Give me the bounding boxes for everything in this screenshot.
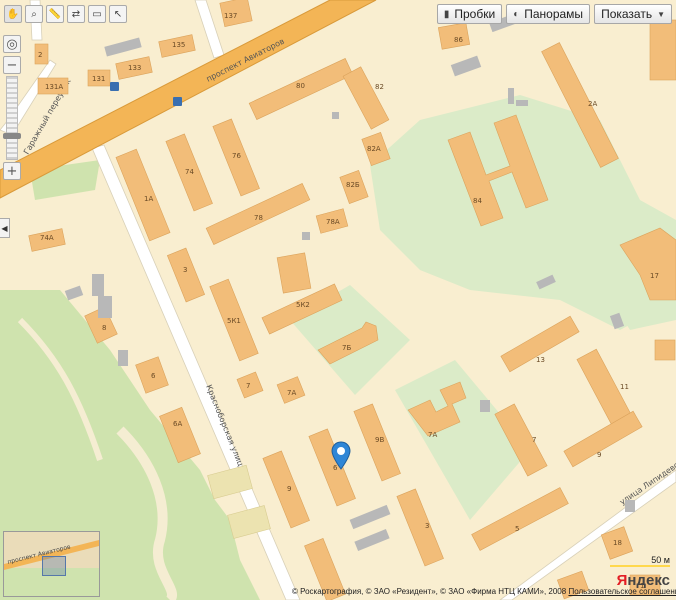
house-number: 86 <box>454 36 463 44</box>
shed <box>625 500 635 512</box>
ruler-icon[interactable]: 📏 <box>46 5 64 23</box>
printer-icon[interactable]: ▭ <box>88 5 106 23</box>
panoramas-button[interactable]: ◐ Панорамы <box>506 4 591 24</box>
traffic-button-label: Пробки <box>454 7 496 21</box>
building <box>649 19 676 81</box>
chevron-left-icon[interactable]: ◀ <box>0 218 10 238</box>
house-number: 11 <box>620 383 629 391</box>
magnifier-icon[interactable]: ⌕ <box>25 5 43 23</box>
zoom-out-button[interactable]: − <box>3 56 21 74</box>
house-number: 3 <box>425 522 429 530</box>
house-number: 9В <box>375 436 384 444</box>
traffic-light-icon: ▮ <box>443 8 450 20</box>
building <box>396 488 444 567</box>
compass-icon[interactable]: ◎ <box>3 35 21 53</box>
house-number: 3 <box>183 266 187 274</box>
house-number: 7 <box>532 436 536 444</box>
map-canvas[interactable]: проспект Авиаторов Гаражный переулок Кра… <box>0 0 676 600</box>
house-number: 18 <box>613 539 622 547</box>
building <box>342 66 390 130</box>
house-number: 9 <box>287 485 291 493</box>
house-number: 2 <box>38 51 42 59</box>
street-north <box>194 0 225 59</box>
copyright-text: © Роскартография, © ЗАО «Резидент», © ЗА… <box>292 587 676 596</box>
house-number: 82Б <box>346 181 360 189</box>
shed <box>98 296 112 318</box>
house-number: 8 <box>102 324 106 332</box>
shed <box>104 37 142 57</box>
house-number: 78 <box>254 214 263 222</box>
house-number: 17 <box>650 272 659 280</box>
shed <box>302 232 310 240</box>
house-number: 7А <box>428 431 437 439</box>
building <box>563 410 643 468</box>
chevron-down-icon: ▼ <box>657 9 665 19</box>
terms-link[interactable]: Пользовательское соглашение <box>568 587 676 596</box>
route-icon[interactable]: ⇄ <box>67 5 85 23</box>
top-controls: ▮ Пробки ◐ Панорамы Показать ▼ <box>436 4 672 24</box>
panorama-icon: ◐ <box>513 8 520 20</box>
shed <box>332 112 339 119</box>
cursor-icon[interactable]: ↖ <box>109 5 127 23</box>
show-layers-button[interactable]: Показать ▼ <box>594 4 672 24</box>
building <box>166 247 206 303</box>
bus-stop-icon <box>110 82 119 91</box>
house-number: 82А <box>367 145 381 153</box>
house-number: 135 <box>172 41 185 49</box>
house-number: 6 <box>151 372 156 380</box>
shed <box>450 55 482 77</box>
traffic-button[interactable]: ▮ Пробки <box>436 4 503 24</box>
house-number: 133 <box>128 64 141 72</box>
minimap-viewport-frame[interactable] <box>42 556 66 576</box>
hand-icon[interactable]: ✋ <box>4 5 22 23</box>
house-number: 78А <box>326 218 340 226</box>
shed <box>118 350 128 366</box>
house-number: 84 <box>473 197 482 205</box>
house-number: 7А <box>287 389 296 397</box>
house-number: 7 <box>246 382 250 390</box>
zoom-control: ◎ − + <box>3 35 21 180</box>
shed <box>64 285 84 301</box>
house-number: 13 <box>536 356 545 364</box>
house-number: 9 <box>597 451 601 459</box>
shed <box>354 528 390 552</box>
scale-bar: 50 м <box>610 555 670 567</box>
shed <box>349 504 391 530</box>
bus-stop-icon <box>173 97 182 106</box>
house-number: 7Б <box>342 344 351 352</box>
house-number: 82 <box>375 83 384 91</box>
zoom-slider-thumb[interactable] <box>3 133 21 139</box>
building <box>276 252 312 294</box>
house-number: 2А <box>588 100 597 108</box>
house-number: 5К1 <box>227 317 241 325</box>
panoramas-button-label: Панорамы <box>524 7 584 21</box>
shed <box>480 400 490 412</box>
house-number: 5К2 <box>296 301 310 309</box>
scale-label: 50 м <box>651 555 670 565</box>
building <box>654 339 676 361</box>
map-tools: ✋ ⌕ 📏 ⇄ ▭ ↖ <box>4 5 127 23</box>
house-number: 74А <box>40 234 54 242</box>
zoom-in-button[interactable]: + <box>3 162 21 180</box>
house-number: 76 <box>232 152 241 160</box>
location-pin-icon[interactable] <box>330 441 352 471</box>
house-number: 131 <box>92 75 105 83</box>
zoom-slider[interactable] <box>3 76 21 160</box>
map-viewport[interactable]: проспект Авиаторов Гаражный переулок Кра… <box>0 0 676 600</box>
house-number: 1А <box>144 195 153 203</box>
shed <box>508 88 514 104</box>
house-number: 131А <box>45 83 63 91</box>
house-number: 74 <box>185 168 194 176</box>
house-number: 80 <box>296 82 305 90</box>
show-layers-label: Показать <box>601 7 653 21</box>
shed <box>516 100 528 106</box>
house-number: 6А <box>173 420 182 428</box>
shed <box>92 274 104 296</box>
overview-minimap[interactable]: проспект Авиаторов <box>3 531 100 597</box>
house-number: 137 <box>224 12 237 20</box>
house-number: 5 <box>515 525 519 533</box>
